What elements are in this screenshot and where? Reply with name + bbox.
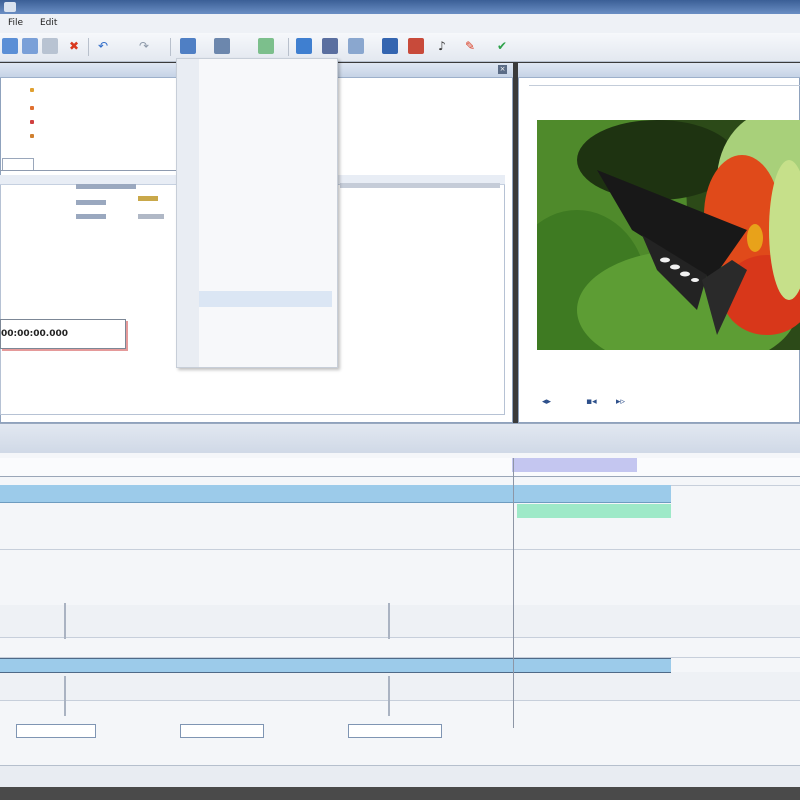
export-icon[interactable] xyxy=(296,38,312,54)
app-icon xyxy=(4,2,16,12)
toolbar-separator xyxy=(88,38,89,56)
dropdown-menu-item[interactable] xyxy=(202,326,332,342)
menu-file[interactable]: File xyxy=(8,18,23,28)
dropdown-menu-item[interactable] xyxy=(199,290,332,307)
window-frame xyxy=(0,787,800,800)
add-media-icon[interactable] xyxy=(180,38,196,54)
ok-icon[interactable]: ✔ xyxy=(494,38,510,54)
property-icon xyxy=(30,106,34,110)
dropdown-menu-item[interactable] xyxy=(202,168,332,184)
playhead[interactable] xyxy=(513,458,514,728)
dropdown-menu-item[interactable] xyxy=(202,203,332,219)
film-icon[interactable] xyxy=(322,38,338,54)
stop-button[interactable]: ▪◂ xyxy=(586,397,597,407)
save-icon[interactable] xyxy=(42,38,58,54)
timeline-track xyxy=(0,605,800,638)
tools-icon[interactable]: ✎ xyxy=(462,38,478,54)
zoom-slider[interactable] xyxy=(348,724,442,738)
timeline-track xyxy=(0,519,800,550)
dropdown-menu-item[interactable] xyxy=(202,62,332,78)
video-clip[interactable] xyxy=(0,485,671,503)
status-bar xyxy=(0,765,800,788)
menu-edit[interactable]: Edit xyxy=(40,18,57,28)
list-item[interactable] xyxy=(76,184,136,189)
dropdown-menu-item[interactable] xyxy=(202,132,332,148)
menu-icon-gutter xyxy=(177,59,199,367)
dropdown-menu-item[interactable] xyxy=(202,238,332,254)
title-bar xyxy=(0,0,800,14)
preview-image xyxy=(537,120,800,350)
dropdown-menu-item[interactable] xyxy=(202,344,332,360)
clip-boundary xyxy=(64,676,66,716)
dropdown-menu-item[interactable] xyxy=(202,256,332,272)
clip-boundary xyxy=(388,676,390,716)
zoom-slider[interactable] xyxy=(180,724,264,738)
open-icon[interactable] xyxy=(22,38,38,54)
list-value xyxy=(340,183,500,188)
panel-tab[interactable] xyxy=(2,158,34,170)
property-icon xyxy=(30,88,34,92)
divider xyxy=(529,85,800,86)
add-text-icon[interactable] xyxy=(214,38,230,54)
toolbar-separator xyxy=(170,38,171,56)
color-icon[interactable] xyxy=(408,38,424,54)
text-clip[interactable] xyxy=(517,504,671,518)
clip-boundary xyxy=(388,603,390,639)
menu-bar: File Edit xyxy=(0,14,800,34)
zoom-slider[interactable] xyxy=(16,724,96,738)
timeline-track xyxy=(0,637,800,658)
list-value xyxy=(138,214,164,219)
dropdown-menu-item[interactable] xyxy=(202,97,332,113)
list-item[interactable] xyxy=(76,200,106,205)
dropdown-menu-item[interactable] xyxy=(202,80,332,96)
toolbar-separator xyxy=(288,38,289,56)
delete-icon[interactable]: ✖ xyxy=(66,38,82,54)
preview-panel-header xyxy=(518,63,800,78)
dropdown-menu-item[interactable] xyxy=(202,308,332,324)
music-icon[interactable] xyxy=(382,38,398,54)
close-icon[interactable]: × xyxy=(498,65,507,74)
toolbar: ✖ ↶ ↷ ♪ ✎ ✔ xyxy=(0,33,800,62)
undo-icon[interactable]: ↶ xyxy=(95,38,111,54)
play-button[interactable]: ◂▸ xyxy=(542,397,551,407)
time-display[interactable]: 00:00:00.000 xyxy=(0,319,126,349)
property-icon xyxy=(30,120,34,124)
ruler-selection[interactable] xyxy=(512,458,637,472)
settings-icon[interactable] xyxy=(348,38,364,54)
new-project-icon[interactable] xyxy=(2,38,18,54)
add-effect-icon[interactable] xyxy=(258,38,274,54)
timeline-track xyxy=(0,672,800,701)
redo-icon[interactable]: ↷ xyxy=(136,38,152,54)
panel-tab-strip xyxy=(0,158,180,171)
dropdown-menu-item[interactable] xyxy=(202,150,332,166)
panel-splitter[interactable] xyxy=(0,423,800,454)
clip-boundary xyxy=(64,603,66,639)
help-icon[interactable]: ♪ xyxy=(434,38,450,54)
list-item[interactable] xyxy=(76,214,106,219)
audio-clip[interactable] xyxy=(0,658,671,673)
next-frame-button[interactable]: ▸▹ xyxy=(616,397,625,407)
list-value xyxy=(138,196,158,201)
timeline-track xyxy=(0,549,800,606)
dropdown-menu-item[interactable] xyxy=(202,220,332,236)
property-icon xyxy=(30,134,34,138)
dropdown-menu-item[interactable] xyxy=(202,115,332,131)
dropdown-menu-item[interactable] xyxy=(202,273,332,289)
dropdown-menu-item[interactable] xyxy=(202,185,332,201)
timeline-ruler[interactable] xyxy=(0,458,800,477)
